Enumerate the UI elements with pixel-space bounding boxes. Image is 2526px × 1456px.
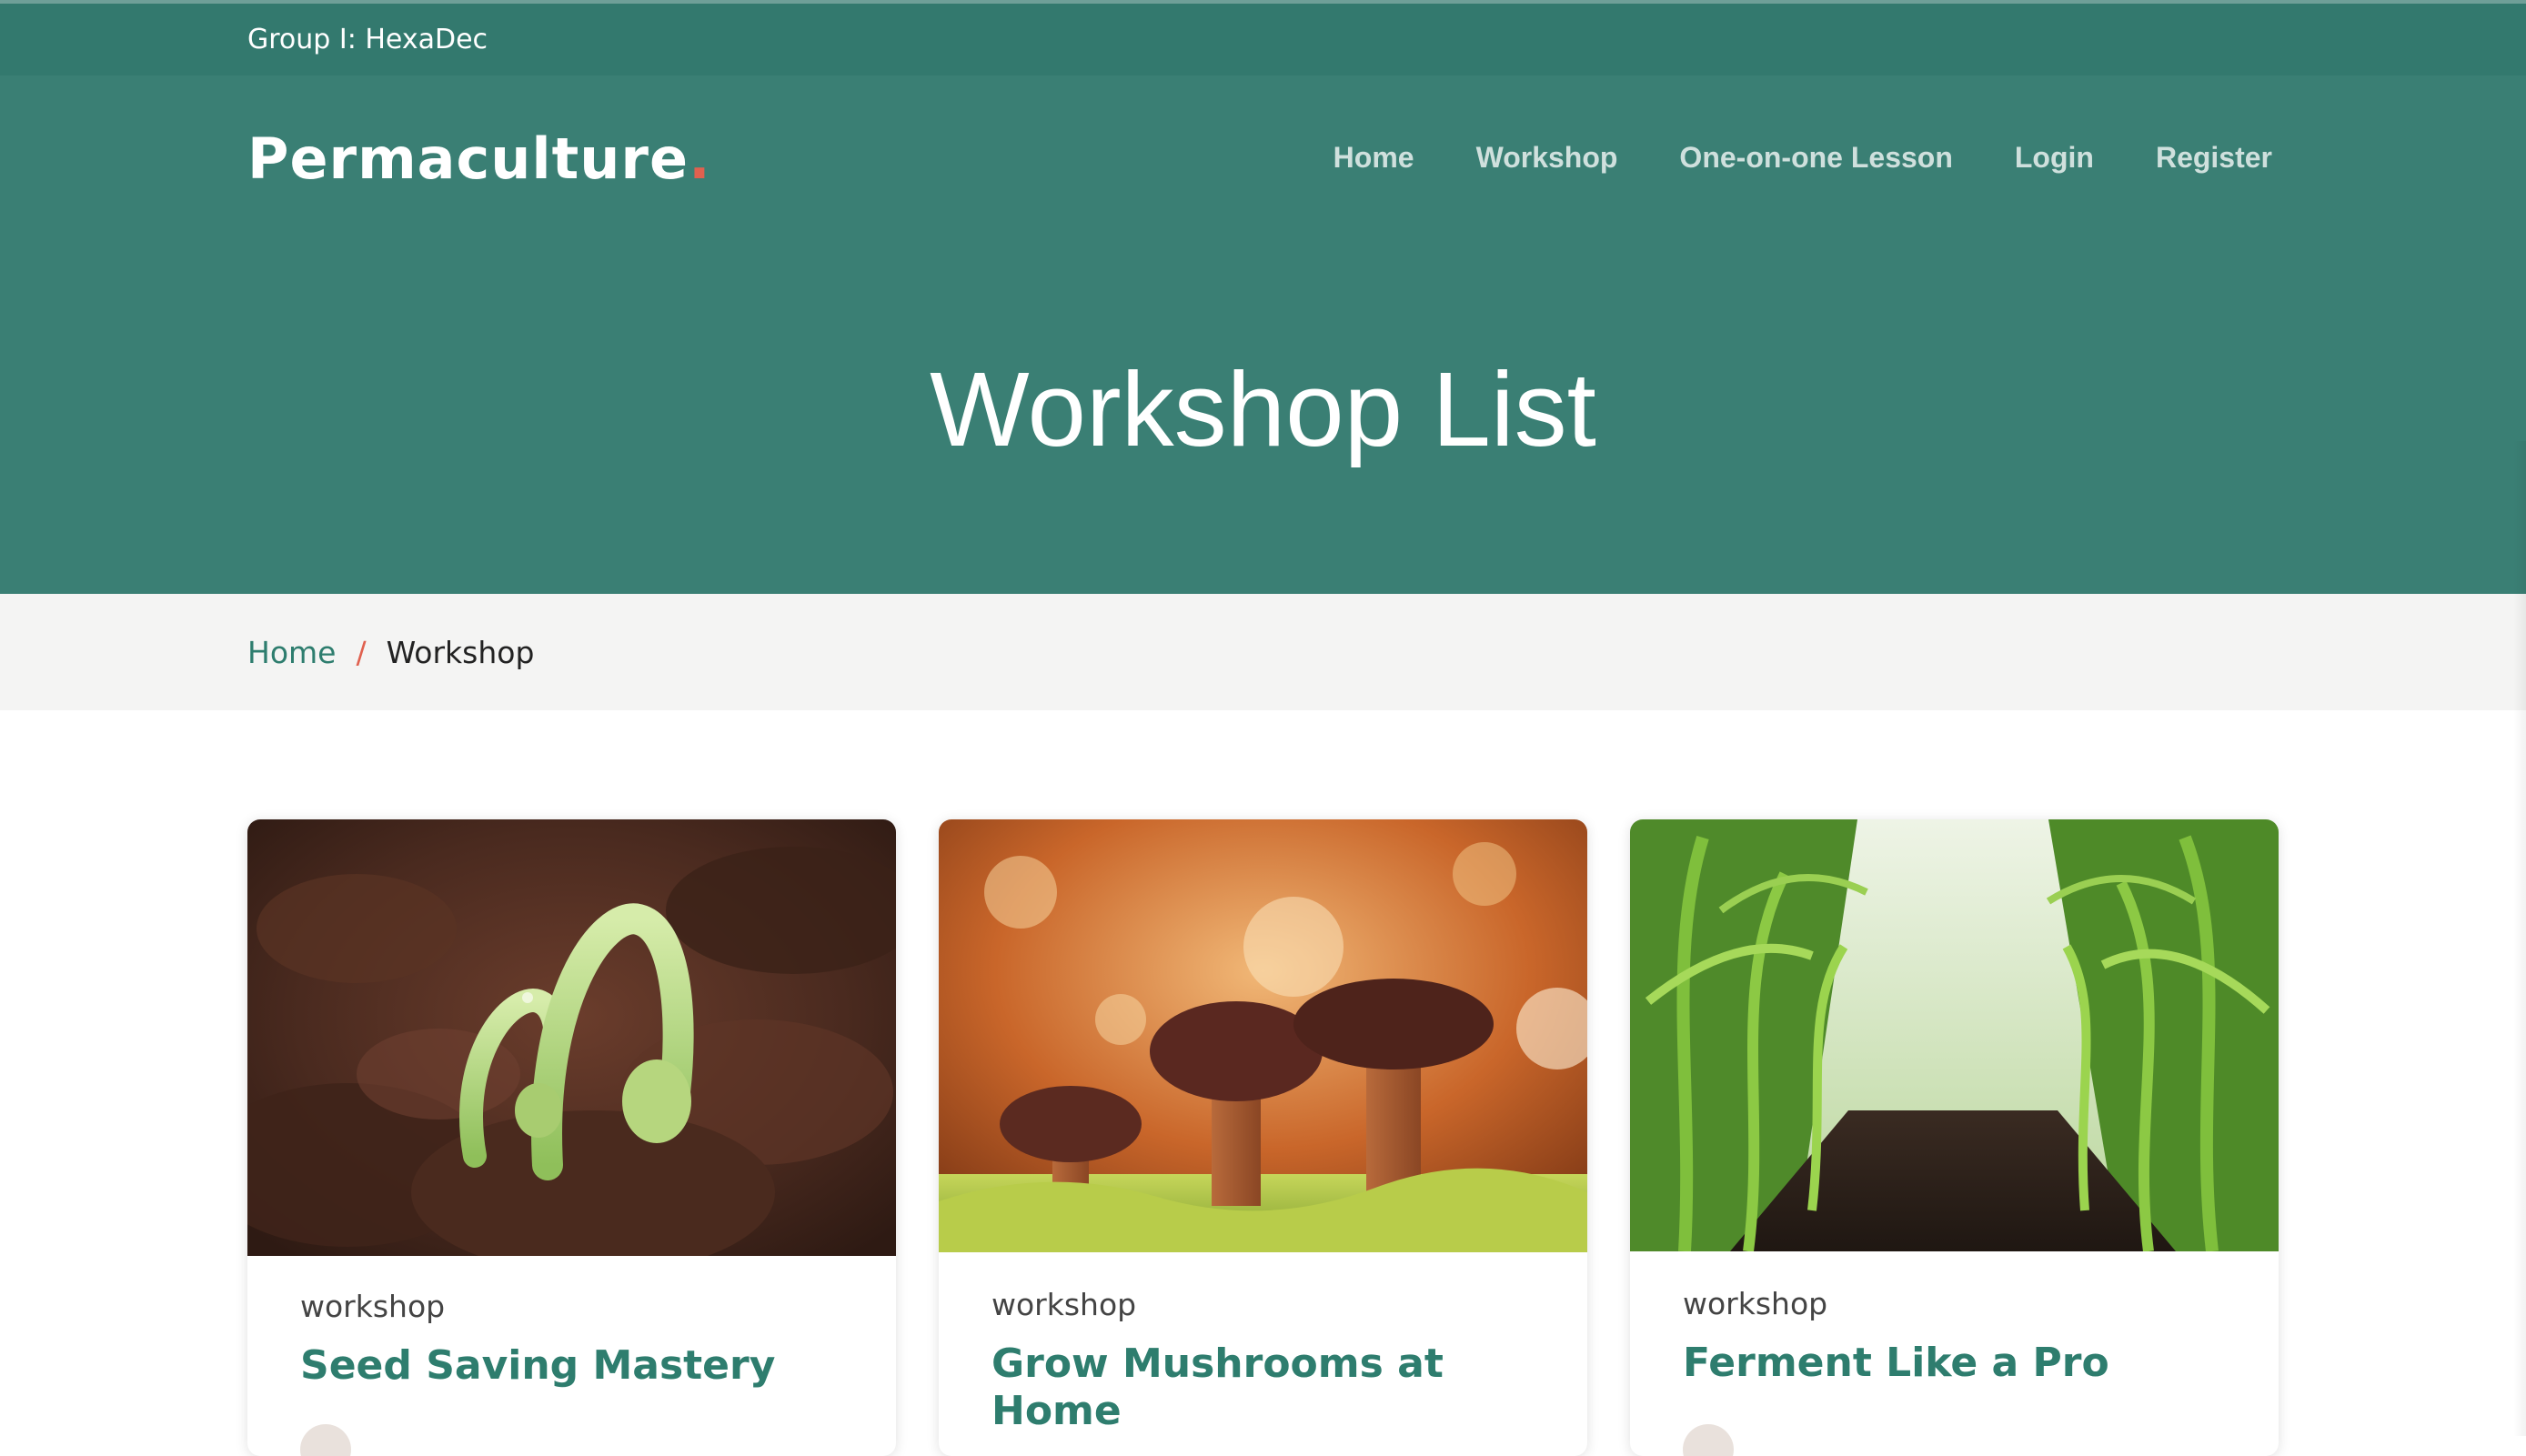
logo-dot: . [689,126,711,192]
nav-workshop[interactable]: Workshop [1476,141,1618,175]
top-bar: Group I: HexaDec [0,0,2526,75]
logo-text: Permaculture [247,126,689,192]
workshop-card[interactable]: workshop Ferment Like a Pro [1630,819,2279,1456]
nav-register[interactable]: Register [2156,141,2272,175]
workshop-card[interactable]: workshop Grow Mushrooms at Home [939,819,1587,1456]
card-title[interactable]: Grow Mushrooms at Home [991,1341,1537,1435]
avatar [1683,1424,1734,1456]
main-nav: Home Workshop One-on-one Lesson Login Re… [1272,141,2272,175]
nav-home[interactable]: Home [1333,141,1414,175]
breadcrumb-bar: Home / Workshop [0,594,2526,710]
card-title[interactable]: Seed Saving Mastery [300,1342,846,1390]
card-image-corn-field[interactable] [1630,819,2279,1251]
breadcrumb: Home / Workshop [247,635,534,670]
site-logo[interactable]: Permaculture. [247,126,711,192]
group-label: Group I: HexaDec [247,24,488,55]
card-title[interactable]: Ferment Like a Pro [1683,1340,2229,1387]
breadcrumb-separator: / [356,635,367,670]
hero-banner: Permaculture. Home Workshop One-on-one L… [0,75,2526,594]
nav-one-on-one-lesson[interactable]: One-on-one Lesson [1679,141,1952,175]
workshop-card[interactable]: workshop Seed Saving Mastery [247,819,896,1456]
card-tag: workshop [1683,1286,1828,1321]
avatar [300,1424,351,1456]
breadcrumb-current: Workshop [386,635,535,670]
page: Group I: HexaDec Permaculture. Home Work… [0,0,2526,1456]
nav-login[interactable]: Login [2015,141,2094,175]
page-title: Workshop List [930,350,1596,468]
card-tag: workshop [991,1287,1137,1322]
card-image-mushrooms[interactable] [939,819,1587,1252]
breadcrumb-home-link[interactable]: Home [247,635,336,670]
card-tag: workshop [300,1289,446,1324]
window-edge-shadow [2513,441,2526,1436]
card-image-seedlings[interactable] [247,819,896,1256]
